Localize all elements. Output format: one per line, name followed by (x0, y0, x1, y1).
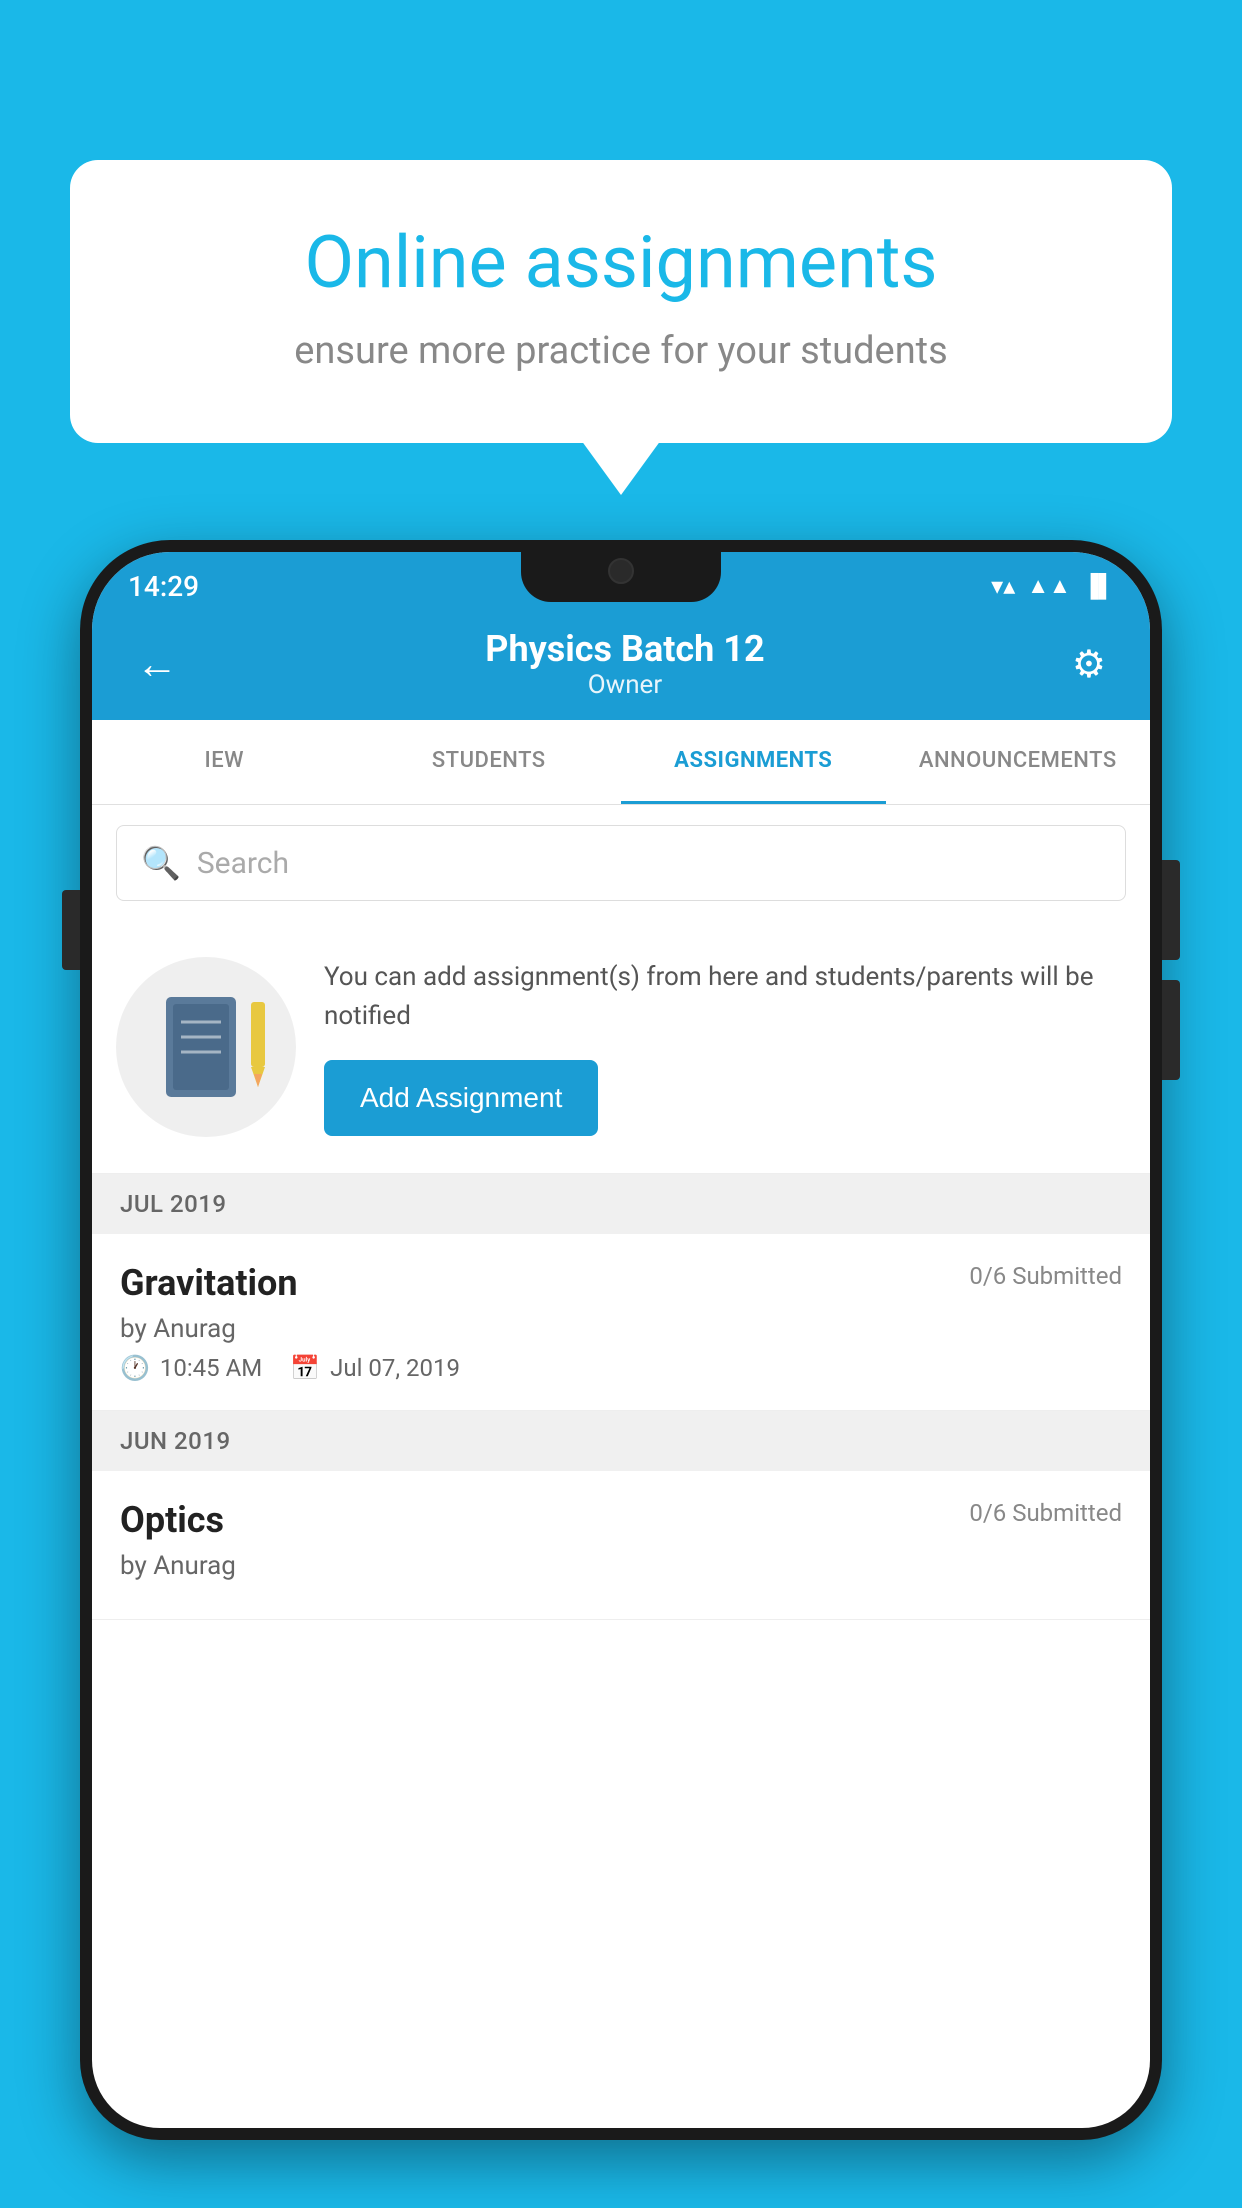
tab-announcements[interactable]: ANNOUNCEMENTS (886, 720, 1151, 804)
assignment-item-gravitation[interactable]: Gravitation 0/6 Submitted by Anurag 🕐 10… (92, 1234, 1150, 1411)
clock-icon: 🕐 (120, 1354, 150, 1382)
assignment-submitted-gravitation: 0/6 Submitted (969, 1262, 1122, 1290)
search-bar[interactable]: 🔍 Search (116, 825, 1126, 901)
header-title: Physics Batch 12 (186, 628, 1064, 670)
signal-icon: ▲▲ (1027, 573, 1071, 599)
phone-frame: 14:29 ▾▴ ▲▲ ▐▌ ← Physics Batch 12 Owner … (80, 540, 1162, 2140)
assignment-meta-gravitation: 🕐 10:45 AM 📅 Jul 07, 2019 (120, 1354, 1122, 1382)
speech-bubble: Online assignments ensure more practice … (70, 160, 1172, 443)
assignment-top-optics: Optics 0/6 Submitted (120, 1499, 1122, 1541)
assignment-top: Gravitation 0/6 Submitted (120, 1262, 1122, 1304)
phone-container: 14:29 ▾▴ ▲▲ ▐▌ ← Physics Batch 12 Owner … (80, 540, 1162, 2208)
status-icons: ▾▴ ▲▲ ▐▌ (991, 572, 1114, 600)
power-button (1162, 860, 1180, 960)
tab-iew[interactable]: IEW (92, 720, 357, 804)
phone-camera (608, 558, 634, 584)
pencil-icon (247, 1002, 269, 1087)
search-container: 🔍 Search (92, 805, 1150, 921)
speech-bubble-container: Online assignments ensure more practice … (70, 160, 1172, 443)
calendar-icon: 📅 (290, 1354, 320, 1382)
search-icon: 🔍 (141, 844, 181, 882)
assignment-submitted-optics: 0/6 Submitted (969, 1499, 1122, 1527)
add-assignment-button[interactable]: Add Assignment (324, 1060, 598, 1136)
promo-section: You can add assignment(s) from here and … (92, 921, 1150, 1174)
back-button[interactable]: ← (128, 632, 186, 697)
notebook-icon (161, 992, 251, 1102)
bubble-title: Online assignments (140, 220, 1102, 305)
volume-button (62, 890, 80, 970)
header-center: Physics Batch 12 Owner (186, 628, 1064, 700)
assignment-name-gravitation: Gravitation (120, 1262, 298, 1304)
assignment-by-optics: by Anurag (120, 1551, 1122, 1581)
promo-content: You can add assignment(s) from here and … (324, 958, 1126, 1136)
settings-icon[interactable]: ⚙ (1064, 634, 1114, 695)
tab-students[interactable]: STUDENTS (357, 720, 622, 804)
assignment-time: 🕐 10:45 AM (120, 1354, 262, 1382)
status-time: 14:29 (128, 570, 199, 603)
assignment-by-gravitation: by Anurag (120, 1314, 1122, 1344)
promo-text: You can add assignment(s) from here and … (324, 958, 1126, 1036)
month-header-jul: JUL 2019 (92, 1174, 1150, 1234)
tabs-container: IEW STUDENTS ASSIGNMENTS ANNOUNCEMENTS (92, 720, 1150, 805)
assignment-item-optics[interactable]: Optics 0/6 Submitted by Anurag (92, 1471, 1150, 1620)
app-header: ← Physics Batch 12 Owner ⚙ (92, 612, 1150, 720)
wifi-icon: ▾▴ (991, 572, 1015, 600)
search-placeholder: Search (197, 846, 289, 881)
header-subtitle: Owner (186, 670, 1064, 700)
month-header-jun: JUN 2019 (92, 1411, 1150, 1471)
volume-down-button (1162, 980, 1180, 1080)
assignment-date: 📅 Jul 07, 2019 (290, 1354, 460, 1382)
phone-screen: 14:29 ▾▴ ▲▲ ▐▌ ← Physics Batch 12 Owner … (92, 552, 1150, 2128)
battery-icon: ▐▌ (1083, 573, 1114, 599)
promo-icon-circle (116, 957, 296, 1137)
assignment-name-optics: Optics (120, 1499, 224, 1541)
tab-assignments[interactable]: ASSIGNMENTS (621, 720, 886, 804)
bubble-subtitle: ensure more practice for your students (140, 329, 1102, 373)
